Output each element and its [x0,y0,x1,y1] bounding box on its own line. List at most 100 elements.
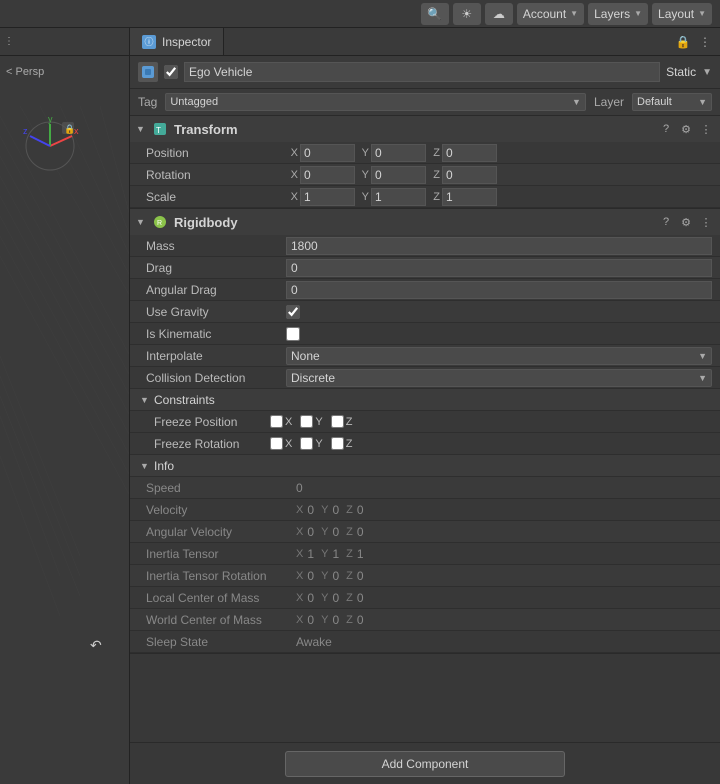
lcm-y-val: 0 [332,591,339,605]
rigidbody-more-btn[interactable]: ⋮ [698,214,714,230]
mass-field[interactable] [286,237,712,255]
use-gravity-value [286,305,712,319]
freeze-pos-z-label: Z [346,416,353,428]
mass-row: Mass [130,235,720,257]
freeze-pos-y-checkbox[interactable] [300,415,313,428]
tag-layer-row: Tag Untagged ▼ Layer Default ▼ [130,89,720,116]
info-header[interactable]: ▼ Info [130,455,720,477]
inspector-tab[interactable]: ⓘ Inspector [130,28,224,55]
angular-velocity-row: Angular Velocity X 0 Y 0 Z 0 [130,521,720,543]
inertia-tensor-rotation-xyz-group: X 0 Y 0 Z 0 [296,569,364,583]
freeze-pos-x-checkbox[interactable] [270,415,283,428]
angular-drag-value [286,281,712,299]
wcm-x-val: 0 [307,613,314,627]
cursor-icon: ↶ [90,637,102,654]
constraints-collapse-arrow: ▼ [140,395,150,405]
drag-value [286,259,712,277]
transform-title: Transform [174,122,652,137]
inspector-tab-bar: ⓘ Inspector 🔒 ⋮ [130,28,720,56]
search-icon[interactable]: 🔍 [421,3,449,25]
gameobject-icon [138,62,158,82]
scale-label: Scale [146,190,286,204]
layers-dropdown[interactable]: Layers ▼ [588,3,648,25]
static-dropdown-arrow[interactable]: ▼ [702,67,712,78]
ang-vel-y-val: 0 [332,525,339,539]
transform-help-btn[interactable]: ? [658,121,674,137]
transform-settings-btn[interactable]: ⚙ [678,121,694,137]
position-x-field[interactable] [300,144,355,162]
tag-dropdown[interactable]: Untagged ▼ [165,93,586,111]
collision-detection-dropdown[interactable]: Discrete ▼ [286,369,712,387]
inertia-tensor-row: Inertia Tensor X 1 Y 1 Z 1 [130,543,720,565]
freeze-rotation-checks: X Y Z [270,437,352,450]
is-kinematic-checkbox[interactable] [286,327,300,341]
world-com-label: World Center of Mass [146,613,296,627]
add-component-button[interactable]: Add Component [285,751,565,777]
angular-drag-field[interactable] [286,281,712,299]
scene-tab-bar: ⋮ [0,28,129,56]
position-z-field[interactable] [442,144,497,162]
freeze-pos-x-label: X [285,416,292,428]
transform-header[interactable]: ▼ T Transform ? ⚙ ⋮ [130,116,720,142]
drag-field[interactable] [286,259,712,277]
constraints-header[interactable]: ▼ Constraints [130,389,720,411]
layout-dropdown[interactable]: Layout ▼ [652,3,712,25]
position-label: Position [146,146,286,160]
sun-icon[interactable]: ☀ [453,3,481,25]
scale-x-field[interactable] [300,188,355,206]
mass-value [286,237,712,255]
inspector-tab-actions: 🔒 ⋮ [668,28,720,55]
account-dropdown[interactable]: Account ▼ [517,3,584,25]
axes-widget: x y z 🔒 [20,116,80,176]
scene-view[interactable]: x y z 🔒 < Persp ↶ [0,56,129,784]
freeze-pos-z-item: Z [331,415,353,428]
freeze-rot-y-checkbox[interactable] [300,437,313,450]
freeze-rot-y-item: Y [300,437,322,450]
rigidbody-header[interactable]: ▼ R Rigidbody ? ⚙ ⋮ [130,209,720,235]
right-panel: ⓘ Inspector 🔒 ⋮ Static [130,28,720,784]
interpolate-dropdown[interactable]: None ▼ [286,347,712,365]
freeze-rot-x-checkbox[interactable] [270,437,283,450]
angular-velocity-label: Angular Velocity [146,525,296,539]
velocity-row: Velocity X 0 Y 0 Z 0 [130,499,720,521]
inertia-tensor-xyz-group: X 1 Y 1 Z 1 [296,547,364,561]
rotation-x-field[interactable] [300,166,355,184]
rigidbody-settings-btn[interactable]: ⚙ [678,214,694,230]
velocity-y-val: 0 [332,503,339,517]
gameobject-active-checkbox[interactable] [164,65,178,79]
freeze-pos-z-checkbox[interactable] [331,415,344,428]
speed-label: Speed [146,481,296,495]
use-gravity-checkbox[interactable] [286,305,300,319]
angular-drag-row: Angular Drag [130,279,720,301]
ang-vel-z-val: 0 [357,525,364,539]
svg-text:🔒: 🔒 [64,124,75,134]
svg-text:R: R [157,220,162,227]
rigidbody-help-btn[interactable]: ? [658,214,674,230]
transform-more-btn[interactable]: ⋮ [698,121,714,137]
freeze-rot-x-item: X [270,437,292,450]
is-kinematic-row: Is Kinematic [130,323,720,345]
rotation-z-field[interactable] [442,166,497,184]
lock-icon[interactable]: 🔒 [674,33,692,51]
world-com-row: World Center of Mass X 0 Y 0 Z 0 [130,609,720,631]
is-kinematic-value [286,327,712,341]
scale-y-field[interactable] [371,188,426,206]
freeze-rot-z-checkbox[interactable] [331,437,344,450]
angular-velocity-xyz-group: X 0 Y 0 Z 0 [296,525,364,539]
rigidbody-component: ▼ R Rigidbody ? ⚙ ⋮ Mass [130,209,720,654]
velocity-label: Velocity [146,503,296,517]
rotation-y-field[interactable] [371,166,426,184]
layer-dropdown[interactable]: Default ▼ [632,93,712,111]
freeze-rotation-row: Freeze Rotation X Y Z [130,433,720,455]
gameobject-name-input[interactable] [184,62,660,82]
position-xyz-group: X Y Z [286,144,712,162]
rigidbody-actions: ? ⚙ ⋮ [658,214,714,230]
position-y-field[interactable] [371,144,426,162]
local-com-label: Local Center of Mass [146,591,296,605]
cloud-icon[interactable]: ☁ [485,3,513,25]
persp-label: < Persp [6,66,44,78]
layer-label: Layer [594,95,624,109]
more-options-icon[interactable]: ⋮ [696,33,714,51]
svg-text:T: T [156,126,161,135]
scale-z-field[interactable] [442,188,497,206]
